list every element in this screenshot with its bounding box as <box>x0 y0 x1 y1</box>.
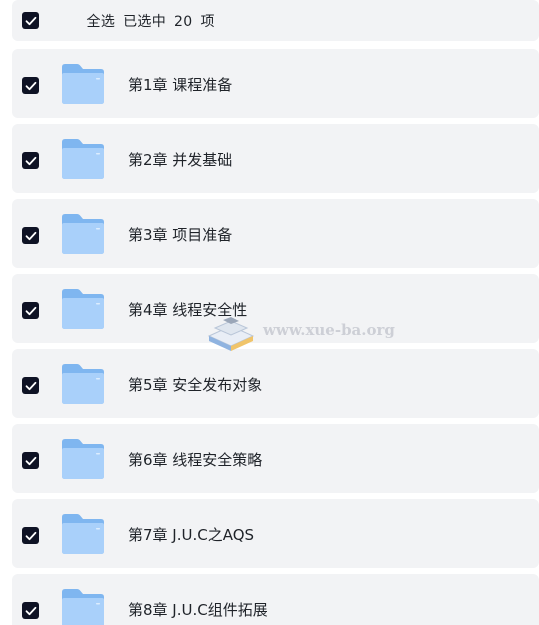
folder-row[interactable]: 第2章 并发基础 <box>12 124 539 193</box>
folder-row[interactable]: 第7章 J.U.C之AQS <box>12 499 539 568</box>
folder-checkbox[interactable] <box>22 527 39 544</box>
folder-name[interactable]: 第5章 安全发布对象 <box>128 374 262 395</box>
folder-name[interactable]: 第7章 J.U.C之AQS <box>128 524 254 545</box>
folder-row[interactable]: 第1章 课程准备 <box>12 49 539 118</box>
check-icon <box>25 16 36 25</box>
select-all-checkbox[interactable] <box>22 12 39 29</box>
folder-checkbox[interactable] <box>22 302 39 319</box>
folder-row[interactable]: 第5章 安全发布对象 <box>12 349 539 418</box>
folder-checkbox[interactable] <box>22 377 39 394</box>
folder-icon <box>62 589 104 625</box>
check-icon <box>25 156 36 165</box>
folder-row[interactable]: 第6章 线程安全策略 <box>12 424 539 493</box>
folder-icon <box>62 364 104 404</box>
folder-checkbox[interactable] <box>22 602 39 619</box>
folder-icon <box>62 214 104 254</box>
check-icon <box>25 306 36 315</box>
folder-checkbox[interactable] <box>22 77 39 94</box>
folder-icon <box>62 439 104 479</box>
folder-checkbox[interactable] <box>22 152 39 169</box>
folder-name[interactable]: 第3章 项目准备 <box>128 224 232 245</box>
folder-icon <box>62 139 104 179</box>
check-icon <box>25 81 36 90</box>
folder-row[interactable]: 第8章 J.U.C组件拓展 <box>12 574 539 625</box>
folder-name[interactable]: 第8章 J.U.C组件拓展 <box>128 599 268 620</box>
folder-row[interactable]: 第3章 项目准备 <box>12 199 539 268</box>
select-all-label[interactable]: 全选 <box>87 14 116 30</box>
selected-prefix: 已选中 <box>123 13 167 30</box>
check-icon <box>25 531 36 540</box>
selected-suffix: 项 <box>200 13 215 30</box>
folder-icon <box>62 514 104 554</box>
file-list-page: 全选 已选中 20 项 第1章 课程准备 第2章 并发基础 第3章 项目准备 第4章 线程安… <box>0 0 539 625</box>
selected-count: 20 <box>174 13 193 30</box>
check-icon <box>25 231 36 240</box>
folder-name[interactable]: 第1章 课程准备 <box>128 74 232 95</box>
check-icon <box>25 606 36 615</box>
select-all-bar: 全选 已选中 20 项 <box>12 0 539 41</box>
check-icon <box>25 456 36 465</box>
folder-icon <box>62 64 104 104</box>
select-all-summary: 全选 已选中 20 项 <box>58 0 215 47</box>
folder-checkbox[interactable] <box>22 227 39 244</box>
folder-name[interactable]: 第6章 线程安全策略 <box>128 449 262 470</box>
folder-name[interactable]: 第4章 线程安全性 <box>128 299 247 320</box>
folder-checkbox[interactable] <box>22 452 39 469</box>
folder-icon <box>62 289 104 329</box>
check-icon <box>25 381 36 390</box>
folder-row[interactable]: 第4章 线程安全性 <box>12 274 539 343</box>
folder-name[interactable]: 第2章 并发基础 <box>128 149 232 170</box>
